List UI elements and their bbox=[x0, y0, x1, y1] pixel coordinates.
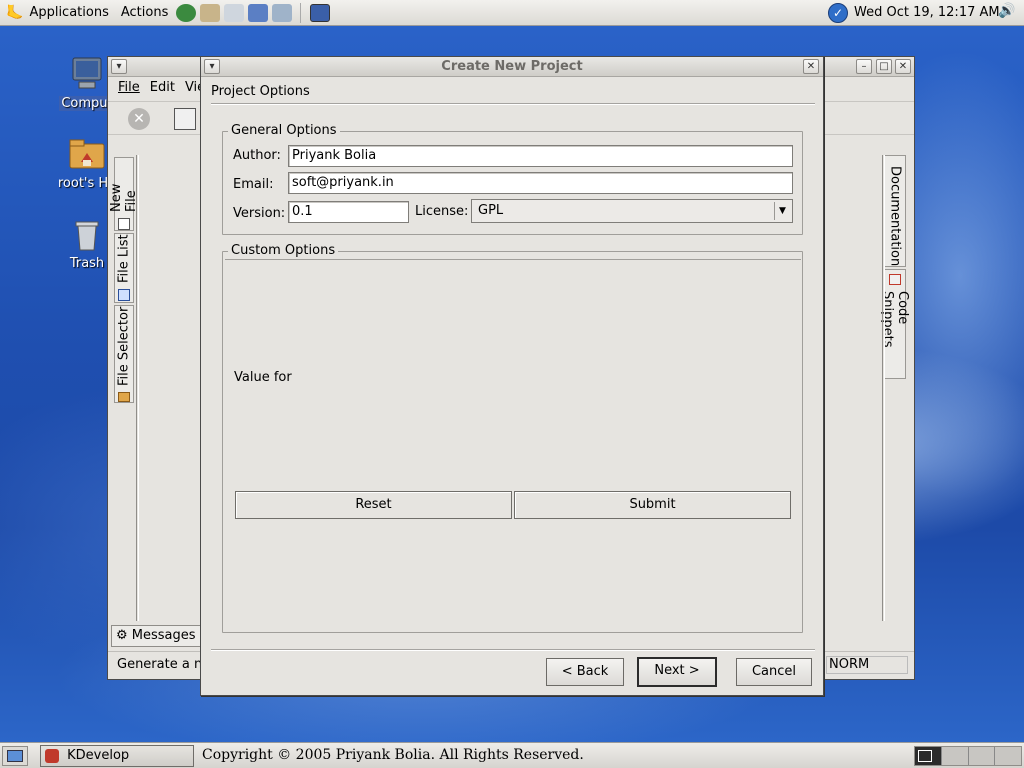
dialog-titlebar: ▾ Create New Project ✕ bbox=[201, 57, 823, 77]
tab-documentation[interactable]: Documentation bbox=[884, 155, 906, 267]
top-panel: 🦶 Applications Actions ✓ Wed Oct 19, 12:… bbox=[0, 0, 1024, 26]
submit-button[interactable]: Submit bbox=[514, 491, 791, 519]
license-select[interactable]: GPL ▼ bbox=[471, 199, 793, 223]
applications-menu-label: Applications bbox=[29, 5, 109, 20]
email-launcher-icon[interactable] bbox=[200, 3, 221, 22]
value-for-label: Value for bbox=[234, 370, 292, 385]
window-menu-button[interactable]: ▾ bbox=[111, 59, 127, 74]
status-message: Generate a ne bbox=[117, 657, 211, 672]
general-options-title: General Options bbox=[228, 123, 340, 138]
update-notifier-icon[interactable]: ✓ bbox=[828, 3, 848, 23]
tab-file-selector[interactable]: File Selector bbox=[114, 305, 134, 403]
workspace-2[interactable] bbox=[941, 747, 969, 765]
cancel-button[interactable]: Cancel bbox=[736, 658, 812, 686]
actions-menu[interactable]: Actions bbox=[115, 0, 175, 26]
back-button[interactable]: < Back bbox=[546, 658, 624, 686]
right-panel-divider bbox=[882, 155, 885, 621]
desktop-icon-label: Trash bbox=[69, 256, 105, 271]
custom-options-inner-frame bbox=[225, 259, 801, 631]
writer-launcher-icon[interactable] bbox=[224, 3, 245, 22]
switch-window-icon[interactable] bbox=[174, 108, 196, 130]
tab-messages[interactable]: ⚙ Messages bbox=[111, 625, 201, 647]
web-browser-launcher-icon[interactable] bbox=[176, 3, 197, 22]
panel-separator bbox=[300, 2, 302, 23]
close-button[interactable]: ✕ bbox=[895, 59, 911, 74]
code-snippets-icon bbox=[889, 274, 901, 286]
author-label: Author: bbox=[233, 148, 281, 163]
workspace-switcher-icon[interactable] bbox=[310, 3, 331, 22]
stop-icon[interactable]: ✕ bbox=[128, 108, 150, 130]
tab-documentation-label: Documentation bbox=[887, 166, 903, 267]
new-file-icon bbox=[118, 218, 130, 230]
workspace-1[interactable] bbox=[915, 747, 942, 765]
actions-menu-label: Actions bbox=[120, 5, 169, 20]
applications-menu[interactable]: 🦶 Applications bbox=[0, 0, 115, 26]
minimize-button[interactable]: – bbox=[856, 59, 872, 74]
clock[interactable]: Wed Oct 19, 12:17 AM bbox=[848, 0, 1006, 26]
folder-icon bbox=[118, 391, 130, 402]
dialog-title: Create New Project bbox=[441, 59, 583, 74]
foot-icon: 🦶 bbox=[6, 4, 24, 21]
kdevelop-icon bbox=[45, 748, 59, 763]
spreadsheet-launcher-icon[interactable] bbox=[272, 3, 293, 22]
email-label: Email: bbox=[233, 177, 274, 192]
bottom-panel: KDevelop Copyright © 2005 Priyank Bolia.… bbox=[0, 742, 1024, 768]
workspace-4[interactable] bbox=[995, 747, 1021, 765]
maximize-button[interactable]: □ bbox=[876, 59, 892, 74]
version-input[interactable]: 0.1 bbox=[288, 201, 409, 223]
dialog-heading: Project Options bbox=[211, 84, 310, 99]
workspace-switcher[interactable] bbox=[914, 746, 1022, 766]
trash-icon bbox=[67, 214, 107, 254]
tab-file-list-label: File List bbox=[116, 234, 132, 284]
copyright-text: Copyright © 2005 Priyank Bolia. All Righ… bbox=[202, 747, 584, 763]
license-label: License: bbox=[415, 204, 469, 219]
workspace-3[interactable] bbox=[968, 747, 996, 765]
tab-code-snippets[interactable]: Code Snippets bbox=[880, 269, 910, 379]
dialog-close-button[interactable]: ✕ bbox=[803, 59, 819, 74]
custom-options-title: Custom Options bbox=[228, 243, 339, 258]
tab-file-list[interactable]: File List bbox=[114, 233, 134, 303]
computer-icon bbox=[67, 54, 107, 94]
menu-edit[interactable]: Edit bbox=[150, 80, 175, 95]
status-mode: NORM bbox=[826, 656, 908, 674]
version-label: Version: bbox=[233, 206, 286, 221]
impress-launcher-icon[interactable] bbox=[248, 3, 269, 22]
tab-new-file-label: New File bbox=[109, 183, 139, 213]
menu-file[interactable]: File bbox=[118, 80, 140, 95]
tab-file-selector-label: File Selector bbox=[116, 306, 132, 386]
file-list-icon bbox=[118, 289, 130, 302]
email-input[interactable]: soft@priyank.in bbox=[288, 172, 793, 194]
button-separator bbox=[211, 649, 815, 651]
volume-icon[interactable]: 🔊 bbox=[998, 3, 1015, 19]
home-folder-icon bbox=[67, 134, 107, 174]
create-project-dialog: ▾ Create New Project ✕ Project Options G… bbox=[200, 56, 824, 696]
tab-new-file[interactable]: New File bbox=[109, 157, 139, 231]
tab-messages-label: Messages bbox=[131, 628, 196, 643]
taskbar-item-kdevelop[interactable]: KDevelop bbox=[40, 745, 194, 767]
heading-separator bbox=[211, 103, 815, 105]
left-panel-divider bbox=[136, 155, 139, 621]
taskbar-item-label: KDevelop bbox=[67, 748, 130, 763]
chevron-down-icon[interactable]: ▼ bbox=[774, 202, 790, 220]
author-input[interactable]: Priyank Bolia bbox=[288, 145, 793, 167]
license-selected-value: GPL bbox=[478, 203, 504, 218]
show-desktop-icon[interactable] bbox=[2, 746, 28, 766]
reset-button[interactable]: Reset bbox=[235, 491, 512, 519]
messages-icon: ⚙ bbox=[116, 628, 128, 643]
next-button[interactable]: Next > bbox=[637, 657, 717, 687]
